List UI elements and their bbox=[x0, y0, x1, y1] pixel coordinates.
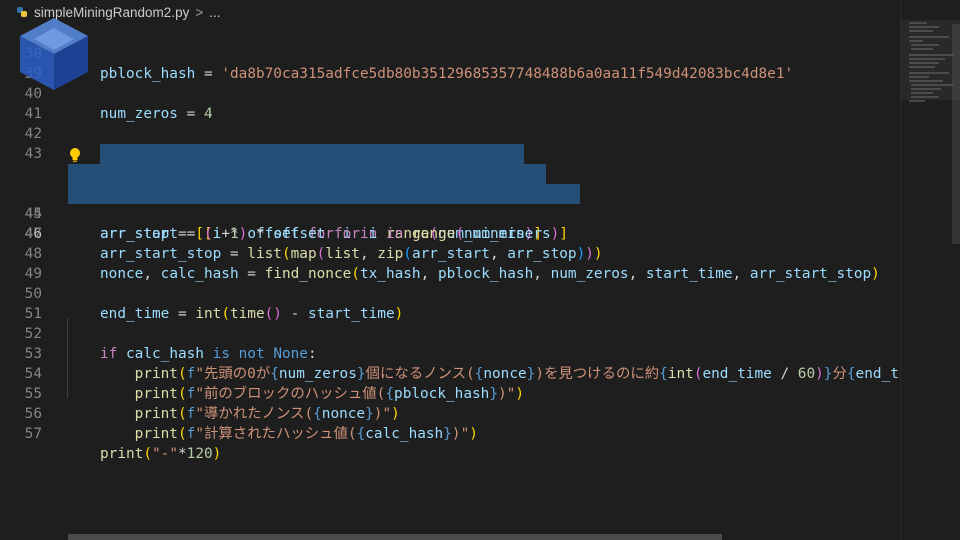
code-line[interactable]: 49 bbox=[0, 244, 900, 282]
code-line[interactable]: 42 num_miners = 100 bbox=[0, 104, 900, 162]
minimap-line bbox=[909, 26, 939, 28]
minimap-line bbox=[909, 30, 933, 32]
code-line[interactable]: 52 if calc_hash is not None: bbox=[0, 304, 900, 362]
lightbulb-icon[interactable] bbox=[68, 147, 82, 163]
code-line[interactable]: 54 print(f"前のブロックのハッシュ値({pblock_hash})") bbox=[0, 344, 900, 402]
code-line[interactable]: 38 pblock_hash = 'da8b70ca315adfce5db80b… bbox=[0, 24, 900, 82]
code-text: print("-"*120) bbox=[100, 446, 222, 462]
minimap-line bbox=[909, 76, 929, 78]
code-line[interactable]: 55 print(f"導かれたノンス({nonce})") bbox=[0, 364, 900, 422]
code-text: print(f"計算されたハッシュ値({calc_hash})") bbox=[134, 426, 478, 442]
code-editor[interactable]: 38 pblock_hash = 'da8b70ca315adfce5db80b… bbox=[0, 24, 900, 534]
selection-highlight bbox=[100, 144, 524, 164]
code-line[interactable]: 53 print(f"先頭の0が{num_zeros}個になるノンス({nonc… bbox=[0, 324, 900, 382]
code-line[interactable]: 48 nonce, calc_hash = find_nonce(tx_hash… bbox=[0, 224, 900, 282]
breadcrumb-ellipsis[interactable]: ... bbox=[209, 5, 220, 20]
minimap-line bbox=[911, 44, 939, 46]
code-line[interactable]: 47 bbox=[0, 204, 900, 242]
minimap-line bbox=[909, 66, 935, 68]
breadcrumb-separator: > bbox=[195, 4, 204, 20]
code-line[interactable]: 39 bbox=[0, 44, 900, 82]
code-line[interactable]: 56 print(f"計算されたハッシュ値({calc_hash})") bbox=[0, 384, 900, 442]
code-line[interactable]: 41 bbox=[0, 84, 900, 122]
code-line-selected[interactable]: 44 arr_start = [i * offset for i in rang… bbox=[0, 144, 900, 242]
code-line-selected[interactable]: 45 arr_stop = [(i+1) * offset for i in r… bbox=[0, 164, 900, 242]
minimap-line bbox=[911, 96, 939, 98]
horizontal-scrollbar[interactable] bbox=[68, 534, 722, 540]
minimap-line bbox=[909, 40, 923, 42]
minimap-line bbox=[911, 48, 933, 50]
code-line-selected[interactable]: 46 arr_start_stop = list(map(list, zip(a… bbox=[0, 184, 900, 262]
minimap-line bbox=[909, 100, 925, 102]
minimap-line bbox=[909, 62, 939, 64]
minimap[interactable] bbox=[900, 0, 960, 540]
code-line[interactable]: 50 end_time = int(time() - start_time) bbox=[0, 264, 900, 322]
minimap-line bbox=[911, 88, 941, 90]
minimap-line bbox=[909, 36, 949, 38]
minimap-line bbox=[911, 84, 953, 86]
code-line[interactable]: 57 print("-"*120) bbox=[0, 404, 900, 462]
code-line[interactable]: 43 offset = 360000000 bbox=[0, 124, 900, 182]
selection-highlight bbox=[68, 164, 546, 184]
minimap-line bbox=[909, 58, 945, 60]
breadcrumb: simpleMiningRandom2.py > ... bbox=[0, 0, 960, 24]
minimap-line bbox=[909, 72, 949, 74]
cube-logo-icon bbox=[20, 18, 88, 90]
line-number: 57 bbox=[24, 426, 42, 442]
code-line[interactable]: 40 num_zeros = 4 bbox=[0, 64, 900, 122]
minimap-line bbox=[909, 54, 953, 56]
minimap-line bbox=[909, 80, 943, 82]
vertical-scrollbar[interactable] bbox=[952, 24, 960, 244]
selection-highlight bbox=[68, 184, 580, 204]
minimap-line bbox=[911, 92, 933, 94]
code-line[interactable]: 51 bbox=[0, 284, 900, 322]
minimap-line bbox=[909, 22, 927, 24]
